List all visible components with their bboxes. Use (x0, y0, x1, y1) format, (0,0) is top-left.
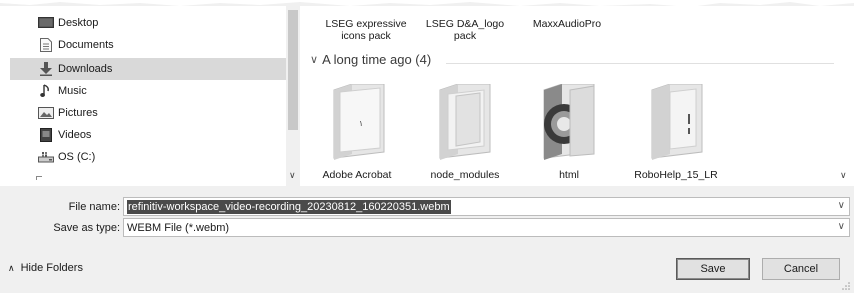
file-item-lseg-expressive[interactable]: LSEG expressive icons pack (320, 18, 412, 42)
resize-grip-icon[interactable] (842, 282, 850, 290)
chevron-down-icon: ∨ (310, 54, 319, 66)
nav-item-documents[interactable]: Documents (12, 34, 284, 56)
file-name-label: File name: (68, 201, 120, 213)
nav-item-music[interactable]: Music (12, 80, 284, 102)
file-item-robohelp[interactable]: RoboHelp_15_LR (626, 169, 726, 181)
file-item-maxxaudiopro[interactable]: MaxxAudioPro (522, 18, 612, 30)
chevron-down-icon[interactable]: ∨ (838, 221, 845, 232)
folder-icon[interactable] (540, 83, 598, 162)
nav-scrollbar[interactable] (286, 6, 300, 186)
nav-label: Music (58, 85, 87, 97)
folder-icon[interactable] (648, 83, 706, 162)
save-as-dialog: Desktop Documents Downloads Music Pictur… (0, 0, 854, 293)
save-as-type-select[interactable]: WEBM File (*.webm) ∨ (123, 218, 850, 237)
save-as-type-label: Save as type: (53, 222, 120, 234)
documents-icon (38, 38, 54, 52)
hide-folders-button[interactable]: ∧ Hide Folders (8, 262, 83, 274)
nav-item-pictures[interactable]: Pictures (12, 102, 284, 124)
nav-label: Videos (58, 129, 92, 141)
nav-label: Desktop (58, 17, 99, 29)
hide-folders-label: Hide Folders (20, 262, 83, 274)
group-header[interactable]: ∨ A long time ago (4) (310, 52, 431, 67)
downloads-icon (38, 62, 54, 76)
partial-item-icon (36, 176, 42, 180)
save-button[interactable]: Save (676, 258, 750, 280)
nav-item-desktop[interactable]: Desktop (12, 12, 284, 34)
navigation-pane: Desktop Documents Downloads Music Pictur… (0, 6, 300, 186)
nav-label: Documents (58, 39, 114, 51)
music-icon (38, 84, 54, 98)
chevron-down-icon[interactable]: ∨ (289, 170, 296, 181)
nav-label: Pictures (58, 107, 98, 119)
file-name-input[interactable]: refinitiv-workspace_video-recording_2023… (123, 197, 850, 216)
nav-item-videos[interactable]: Videos (12, 124, 284, 146)
group-label: A long time ago (4) (322, 52, 432, 67)
cancel-button[interactable]: Cancel (762, 258, 840, 280)
file-name-value: refinitiv-workspace_video-recording_2023… (127, 199, 451, 214)
chevron-down-icon[interactable]: ∨ (838, 200, 845, 211)
svg-text:١: ١ (359, 119, 363, 128)
videos-icon (38, 128, 54, 142)
nav-label: OS (C:) (58, 151, 96, 163)
file-item-html[interactable]: html (524, 169, 614, 181)
save-as-type-value: WEBM File (*.webm) (127, 221, 230, 234)
nav-item-downloads[interactable]: Downloads (10, 58, 286, 80)
drive-icon (38, 150, 54, 164)
chevron-down-icon[interactable]: ∨ (840, 170, 847, 181)
group-divider (446, 63, 834, 64)
pictures-icon (38, 106, 54, 120)
nav-label: Downloads (58, 63, 113, 75)
file-item-adobe-acrobat[interactable]: Adobe Acrobat (312, 169, 402, 181)
file-list: LSEG expressive icons pack LSEG D&A_logo… (300, 6, 854, 186)
desktop-icon (38, 16, 54, 30)
folder-icon[interactable] (436, 83, 494, 162)
file-item-lseg-logo-pack[interactable]: LSEG D&A_logo pack (424, 18, 506, 42)
folder-icon[interactable]: ١ (330, 83, 388, 162)
chevron-up-icon: ∧ (8, 262, 15, 273)
nav-item-os-c[interactable]: OS (C:) (12, 146, 284, 168)
file-item-node-modules[interactable]: node_modules (420, 169, 510, 181)
nav-scrollbar-thumb[interactable] (288, 10, 298, 130)
